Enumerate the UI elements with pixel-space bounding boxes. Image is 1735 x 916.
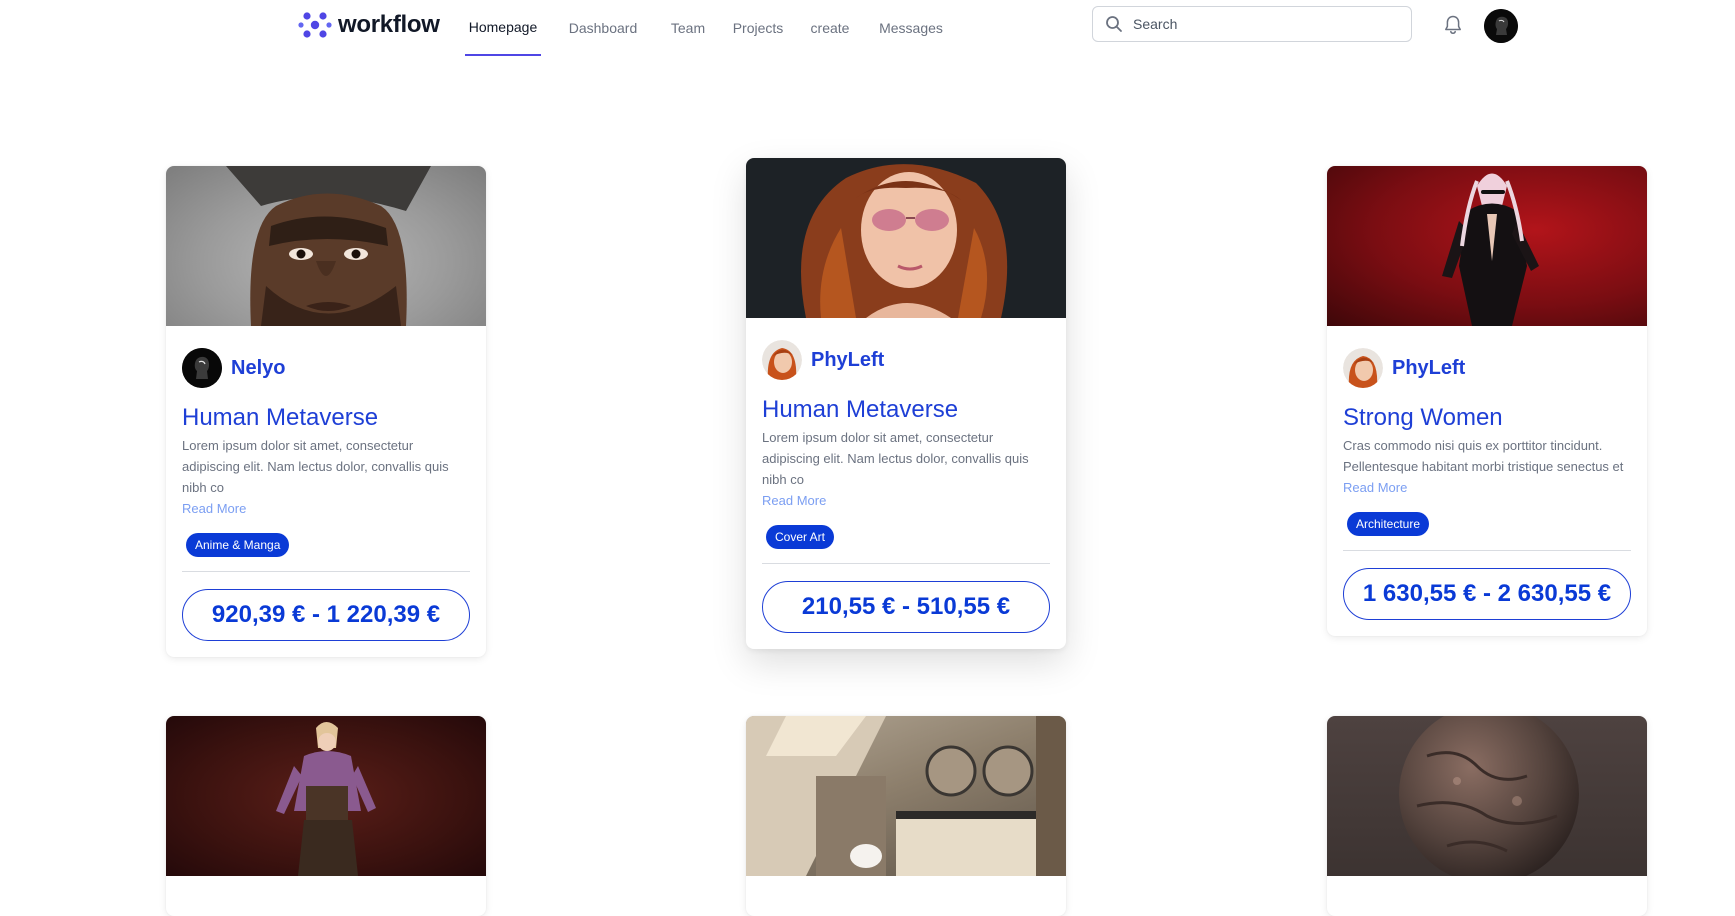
card-body xyxy=(746,876,1066,914)
card-body: PhyLeft Strong Women Cras commodo nisi q… xyxy=(1327,326,1647,636)
nav-links: Homepage Dashboard Team Projects create … xyxy=(465,0,950,58)
nav-team[interactable]: Team xyxy=(664,0,712,56)
product-card[interactable] xyxy=(1327,716,1647,916)
category-tag[interactable]: Anime & Manga xyxy=(186,533,290,557)
search-input[interactable] xyxy=(1131,15,1395,33)
card-body xyxy=(1327,876,1647,914)
card-image-portrait-man[interactable] xyxy=(166,166,486,326)
nav-projects[interactable]: Projects xyxy=(727,0,789,56)
avatar-redhead-icon xyxy=(1343,348,1383,388)
product-card[interactable]: Nelyo Human Metaverse Lorem ipsum dolor … xyxy=(166,166,486,657)
card-title[interactable]: Human Metaverse xyxy=(182,403,470,433)
brand-name: workflow xyxy=(338,11,440,38)
card-body: PhyLeft Human Metaverse Lorem ipsum dolo… xyxy=(746,318,1066,649)
author-name[interactable]: PhyLeft xyxy=(811,349,884,372)
card-image-rock-sphere[interactable] xyxy=(1327,716,1647,876)
card-author: PhyLeft xyxy=(762,340,1050,380)
price-range-button[interactable]: 1 630,55 € - 2 630,55 € xyxy=(1343,568,1631,620)
read-more-link[interactable]: Read More xyxy=(762,490,1050,511)
card-description: Cras commodo nisi quis ex porttitor tinc… xyxy=(1343,438,1624,474)
card-author: PhyLeft xyxy=(1343,348,1631,388)
nav-messages[interactable]: Messages xyxy=(872,0,950,56)
interior-illustration xyxy=(746,716,1066,876)
card-description: Lorem ipsum dolor sit amet, consectetur … xyxy=(182,438,449,495)
card-title[interactable]: Human Metaverse xyxy=(762,395,1050,425)
price-range-button[interactable]: 920,39 € - 1 220,39 € xyxy=(182,589,470,641)
read-more-link[interactable]: Read More xyxy=(1343,477,1631,498)
card-divider xyxy=(182,571,470,572)
category-tag[interactable]: Architecture xyxy=(1347,512,1430,536)
card-divider xyxy=(762,563,1050,564)
portrait-illustration xyxy=(276,722,376,876)
author-avatar[interactable] xyxy=(1343,348,1383,388)
card-body xyxy=(166,876,486,914)
card-title[interactable]: Strong Women xyxy=(1343,403,1631,433)
product-card[interactable]: PhyLeft Strong Women Cras commodo nisi q… xyxy=(1327,166,1647,636)
product-card[interactable] xyxy=(746,716,1066,916)
card-body: Nelyo Human Metaverse Lorem ipsum dolor … xyxy=(166,326,486,657)
search-box[interactable] xyxy=(1092,6,1412,42)
author-avatar[interactable] xyxy=(762,340,802,380)
brand-logo[interactable]: workflow xyxy=(298,10,440,40)
avatar-silhouette-icon xyxy=(1484,9,1518,43)
product-card[interactable] xyxy=(166,716,486,916)
portrait-illustration xyxy=(1442,173,1539,326)
product-card[interactable]: PhyLeft Human Metaverse Lorem ipsum dolo… xyxy=(746,158,1066,649)
workflow-logo-icon xyxy=(298,12,332,38)
portrait-illustration xyxy=(801,164,1008,318)
nav-homepage[interactable]: Homepage xyxy=(465,0,541,56)
author-name[interactable]: Nelyo xyxy=(231,357,285,380)
nav-create[interactable]: create xyxy=(803,0,857,56)
avatar-redhead-icon xyxy=(762,340,802,380)
author-avatar[interactable] xyxy=(182,348,222,388)
card-description: Lorem ipsum dolor sit amet, consectetur … xyxy=(762,430,1029,487)
card-image-girl-sunglasses[interactable] xyxy=(746,158,1066,318)
card-image-steampunk-woman[interactable] xyxy=(166,716,486,876)
card-image-bathroom[interactable] xyxy=(746,716,1066,876)
search-icon xyxy=(1106,16,1122,32)
card-image-woman-red[interactable] xyxy=(1327,166,1647,326)
bell-icon[interactable] xyxy=(1441,13,1465,37)
read-more-link[interactable]: Read More xyxy=(182,498,470,519)
avatar-silhouette-icon xyxy=(182,348,222,388)
user-avatar[interactable] xyxy=(1484,9,1518,43)
card-author: Nelyo xyxy=(182,348,470,388)
price-range-button[interactable]: 210,55 € - 510,55 € xyxy=(762,581,1050,633)
author-name[interactable]: PhyLeft xyxy=(1392,357,1465,380)
card-divider xyxy=(1343,550,1631,551)
nav-dashboard[interactable]: Dashboard xyxy=(558,0,648,56)
category-tag[interactable]: Cover Art xyxy=(766,525,835,549)
sphere-illustration xyxy=(1399,716,1579,876)
top-navbar: workflow Homepage Dashboard Team Project… xyxy=(0,0,1735,58)
portrait-illustration xyxy=(226,166,431,326)
